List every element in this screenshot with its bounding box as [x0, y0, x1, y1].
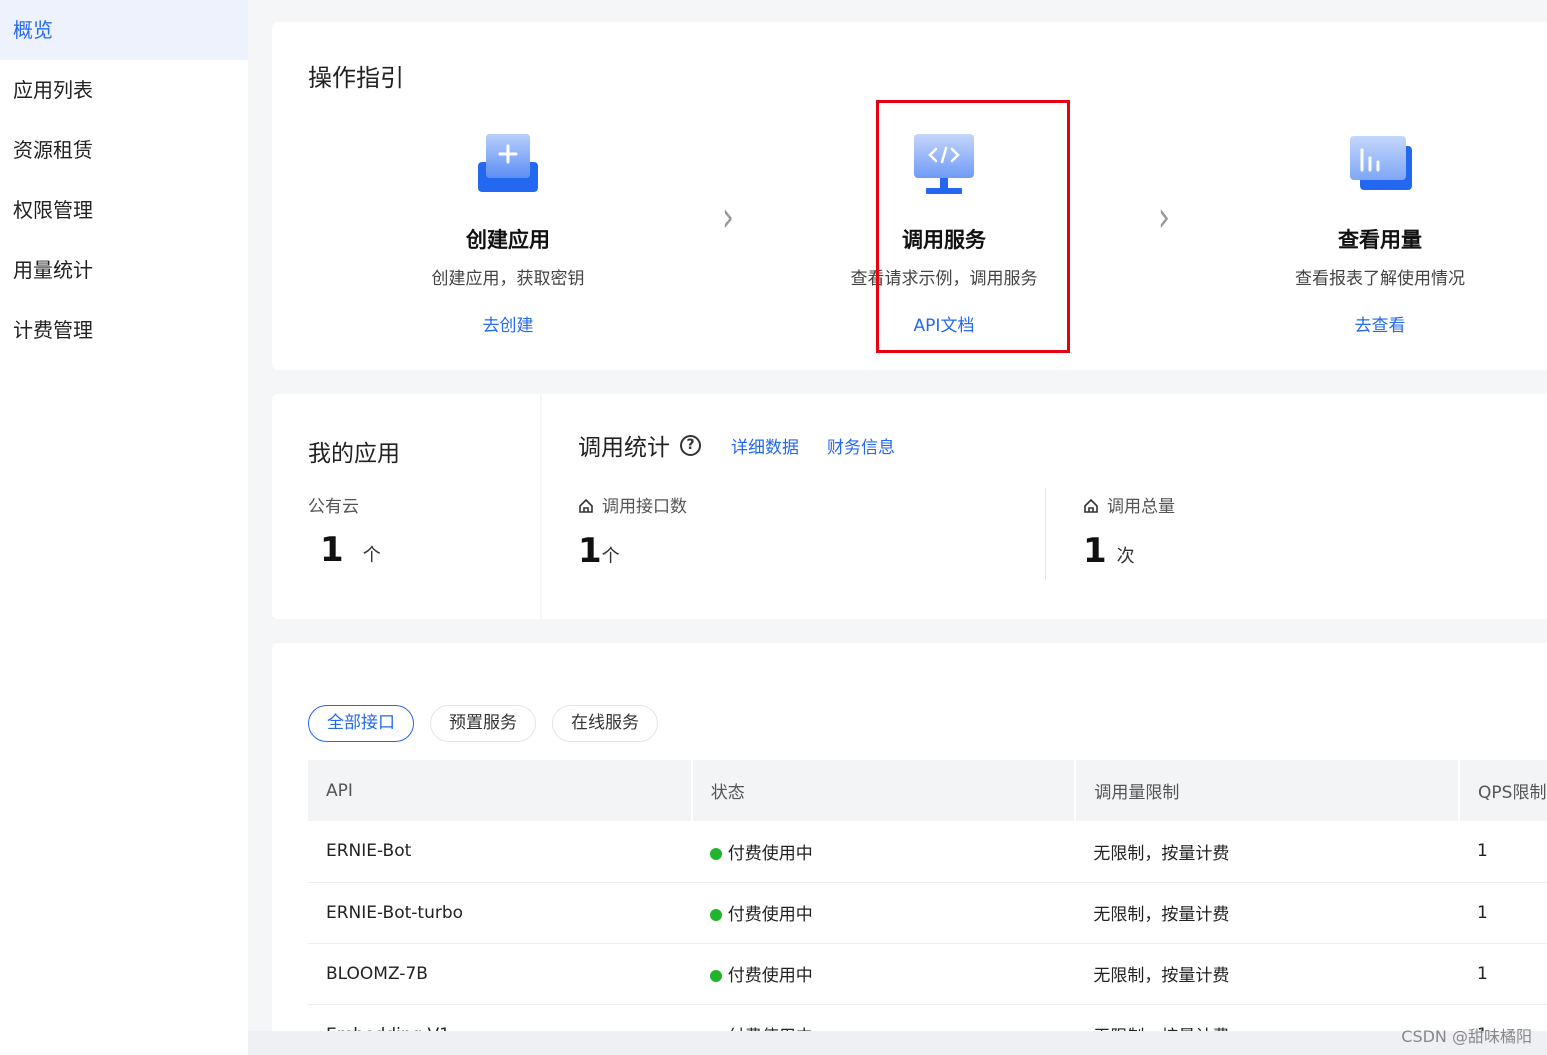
filter-online-services[interactable]: 在线服务 — [552, 705, 658, 742]
step-call-service: 调用服务 查看请求示例，调用服务 API文档 — [814, 132, 1074, 336]
column-header-qps-limit: QPS限制 — [1459, 760, 1547, 821]
metric-value: 1 — [1083, 531, 1107, 571]
sidebar-item-permissions[interactable]: 权限管理 — [0, 180, 248, 240]
column-header-call-limit: 调用量限制 — [1075, 760, 1461, 821]
status-cell: 付费使用中 — [691, 821, 1076, 883]
column-header-api: API — [308, 760, 693, 821]
call-limit: 无限制，按量计费 — [1075, 943, 1460, 1005]
chevron-right-icon: › — [722, 193, 734, 242]
finance-info-link[interactable]: 财务信息 — [827, 433, 895, 458]
api-list-card: 全部接口 预置服务 在线服务 API 状态 调用量限制 QPS限制 ERNIE-… — [272, 643, 1547, 1055]
sidebar-item-overview[interactable]: 概览 — [0, 0, 248, 60]
sidebar-item-billing[interactable]: 计费管理 — [0, 300, 248, 360]
my-apps-card: 我的应用 公有云 1 个 — [272, 394, 540, 619]
status-cell: 付费使用中 — [691, 882, 1076, 944]
step-desc: 查看报表了解使用情况 — [1295, 269, 1465, 289]
step-name: 创建应用 — [466, 228, 550, 252]
operation-guide-card: 操作指引 创建应用 创建应用，获取密钥 去创建 › 调用服务 查看请求示例，调用… — [272, 22, 1547, 370]
qps-limit: 1 — [1459, 882, 1547, 944]
metric-label: 调用接口数 — [602, 497, 687, 517]
api-name: ERNIE-Bot-turbo — [308, 882, 692, 944]
public-cloud-label: 公有云 — [308, 497, 359, 517]
sidebar-item-usage-stats[interactable]: 用量统计 — [0, 240, 248, 300]
sidebar: 概览 应用列表 资源租赁 权限管理 用量统计 计费管理 — [0, 0, 248, 1055]
table-row[interactable]: ERNIE-Bot 付费使用中 无限制，按量计费 1 — [308, 821, 1547, 883]
table-header-row: API 状态 调用量限制 QPS限制 — [308, 760, 1547, 821]
usage-chart-icon — [1348, 132, 1412, 196]
home-icon — [579, 498, 593, 513]
table-row[interactable]: BLOOMZ-7B 付费使用中 无限制，按量计费 1 — [308, 943, 1547, 1005]
sidebar-item-resource-lease[interactable]: 资源租赁 — [0, 120, 248, 180]
qps-limit: 1 — [1459, 943, 1547, 1005]
detail-data-link[interactable]: 详细数据 — [731, 433, 799, 458]
status-dot-icon — [709, 847, 722, 860]
status-dot-icon — [709, 970, 722, 982]
create-app-icon — [476, 132, 540, 196]
step-view-usage: 查看用量 查看报表了解使用情况 去查看 — [1250, 132, 1510, 336]
table-row[interactable]: ERNIE-Bot-turbo 付费使用中 无限制，按量计费 1 — [308, 882, 1547, 944]
status-text: 付费使用中 — [727, 843, 813, 864]
filter-all-apis[interactable]: 全部接口 — [308, 705, 414, 742]
metric-divider — [1045, 488, 1046, 580]
app-count: 1 — [320, 530, 344, 570]
call-limit: 无限制，按量计费 — [1075, 882, 1460, 944]
app-count-unit: 个 — [362, 545, 381, 566]
step-name: 调用服务 — [902, 228, 986, 252]
metric-label: 调用总量 — [1107, 497, 1175, 517]
step-desc: 创建应用，获取密钥 — [431, 269, 585, 289]
status-text: 付费使用中 — [727, 905, 813, 925]
go-view-link[interactable]: 去查看 — [1355, 311, 1406, 336]
api-table: API 状态 调用量限制 QPS限制 ERNIE-Bot 付费使用中 无限制，按… — [308, 760, 1547, 1055]
metric-unit: 次 — [1116, 546, 1135, 567]
api-name: ERNIE-Bot — [308, 821, 692, 883]
metric-total-calls: 调用总量 1次 — [1083, 492, 1175, 571]
metric-api-count: 调用接口数 1个 — [578, 492, 687, 571]
step-name: 查看用量 — [1338, 228, 1422, 252]
step-desc: 查看请求示例，调用服务 — [850, 269, 1038, 289]
call-stats-title: 调用统计 — [578, 435, 670, 461]
bottom-scroll-area — [248, 1031, 1547, 1055]
qps-limit: 1 — [1459, 821, 1547, 883]
guide-title: 操作指引 — [308, 64, 404, 92]
go-create-link[interactable]: 去创建 — [483, 311, 534, 336]
api-name: BLOOMZ-7B — [308, 943, 692, 1005]
call-limit: 无限制，按量计费 — [1075, 821, 1460, 883]
step-create-app: 创建应用 创建应用，获取密钥 去创建 — [378, 132, 638, 336]
sidebar-item-app-list[interactable]: 应用列表 — [0, 60, 248, 120]
status-dot-icon — [709, 909, 722, 921]
metric-value: 1 — [578, 531, 602, 571]
home-icon — [1084, 498, 1098, 513]
chevron-right-icon: › — [1158, 193, 1170, 242]
filter-preset-services[interactable]: 预置服务 — [430, 705, 536, 742]
watermark: CSDN @甜味橘阳 — [1401, 1027, 1532, 1046]
help-icon[interactable]: ? — [680, 434, 701, 456]
api-docs-link[interactable]: API文档 — [914, 311, 975, 336]
column-header-status: 状态 — [691, 760, 1077, 821]
my-apps-title: 我的应用 — [308, 441, 400, 467]
status-text: 付费使用中 — [727, 966, 813, 986]
metric-unit: 个 — [601, 546, 620, 567]
api-service-icon — [912, 132, 976, 196]
status-cell: 付费使用中 — [691, 943, 1076, 1005]
call-stats-card: 调用统计 ? 详细数据 财务信息 调用接口数 1个 调用总量 1次 — [542, 394, 1547, 619]
